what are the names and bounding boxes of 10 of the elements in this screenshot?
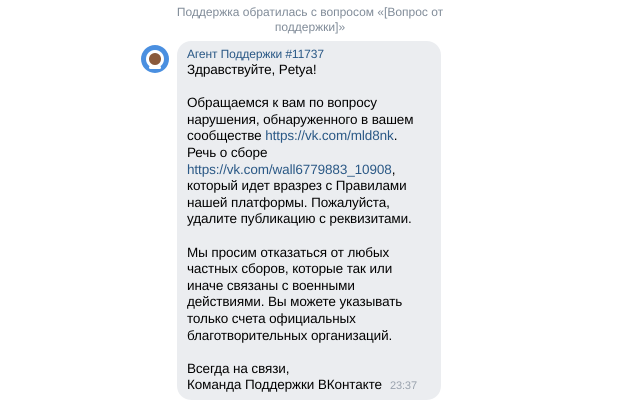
message-time: 23:37 — [390, 378, 417, 394]
sender-name[interactable]: Агент Поддержки #11737 — [187, 47, 431, 62]
link[interactable]: https://vk.com/wall6779883_10908 — [187, 162, 392, 177]
message-text: Здравствуйте, Petya! — [187, 62, 318, 79]
message-text: Всегда на связи, Команда Поддержки ВКонтакте — [187, 360, 382, 394]
service-notice: Поддержка обратилась с вопросом «[Вопрос от поддержки]» — [176, 4, 444, 35]
message-text: Мы просим отказаться от любых частных сборов, которые так или иначе связаны с военными действиями. Вы можете указывать только счета официальных благотворительных организаций. — [187, 244, 404, 344]
avatar-icon[interactable] — [141, 45, 169, 73]
message-text: Обращаемся к вам по вопросу нарушения, обнаруженного в вашем сообществе https://vk.com/mld8nk. Речь о сборе https://vk.com/wall6779883_10908, который идет вразрез с Правилами нашей платформы. Пожалуйста, удалите публикацию с реквизитами. — [187, 95, 414, 228]
link[interactable]: https://vk.com/mld8nk — [265, 128, 394, 144]
